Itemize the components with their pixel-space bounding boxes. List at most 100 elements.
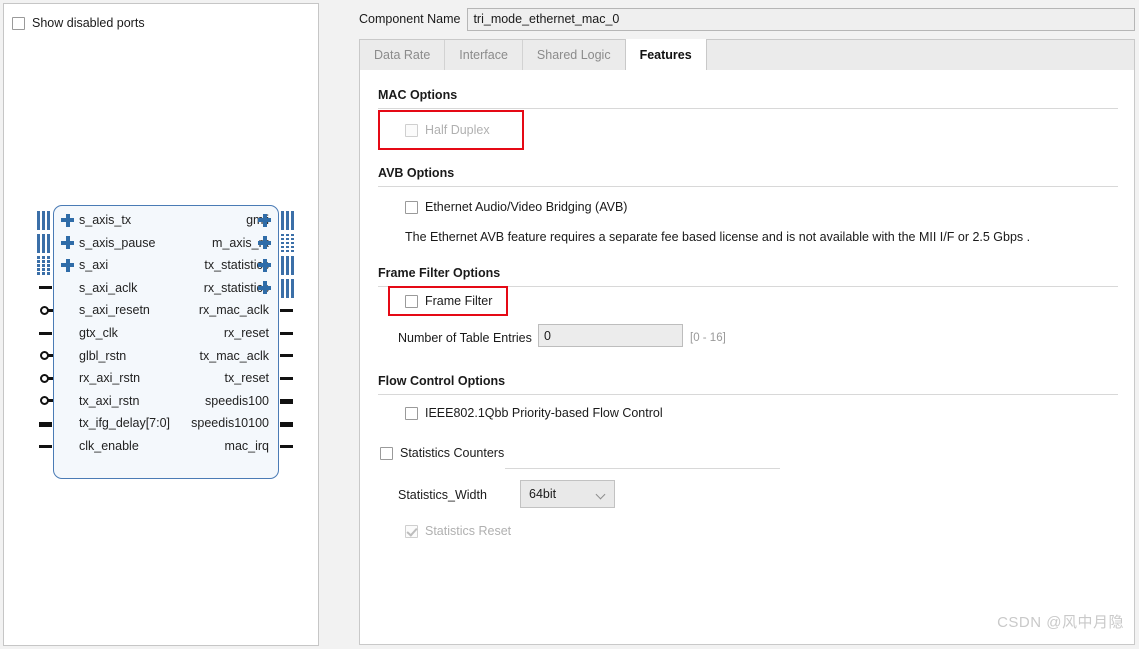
- chevron-down-icon: [597, 490, 606, 499]
- active-low-bubble-icon: [40, 396, 49, 406]
- pin-label-s_axi_resetn: s_axi_resetn: [79, 303, 150, 318]
- tab-features[interactable]: Features: [624, 39, 707, 71]
- pin-label-rx_axi_rstn: rx_axi_rstn: [79, 371, 141, 386]
- statistics-counters-row[interactable]: Statistics Counters: [380, 446, 504, 460]
- expand-plus-icon[interactable]: [258, 213, 271, 227]
- statistics-counters-checkbox[interactable]: [380, 446, 393, 460]
- tab-strip: Data Rate Interface Shared Logic Features: [359, 39, 1135, 71]
- pin-label-gtx_clk: gtx_clk: [79, 326, 118, 340]
- table-entries-range-hint: [0 - 16]: [690, 332, 726, 344]
- show-disabled-ports-checkbox[interactable]: [12, 16, 25, 30]
- half-duplex-checkbox: [405, 123, 418, 137]
- tab-label: Features: [639, 48, 692, 62]
- statistics-reset-checkbox: [405, 524, 418, 538]
- avb-checkbox[interactable]: [405, 200, 418, 214]
- table-entries-label: Number of Table Entries: [398, 331, 532, 345]
- statistics-width-select[interactable]: 64bit: [520, 480, 615, 508]
- half-duplex-row[interactable]: Half Duplex: [405, 123, 490, 137]
- pin-label-tx_axi_rstn: tx_axi_rstn: [79, 393, 140, 408]
- bus-bars-icon: [281, 256, 295, 276]
- expand-plus-icon[interactable]: [258, 236, 271, 250]
- pin-stub: [39, 421, 52, 427]
- pin-label-glbl_rstn: glbl_rstn: [79, 348, 127, 363]
- statistics-group-rule: [505, 468, 780, 469]
- half-duplex-label: Half Duplex: [425, 123, 490, 137]
- pin-label-s_axi_aclk: s_axi_aclk: [79, 280, 138, 295]
- pin-label-tx_ifg_delay70: tx_ifg_delay[7:0]: [79, 416, 171, 431]
- flow-control-options-heading: Flow Control Options: [378, 374, 506, 388]
- ip-symbol-diagram: s_axis_tx s_axis_pause s_axi s_axi_aclk s_ax…: [37, 205, 294, 479]
- avb-row[interactable]: Ethernet Audio/Video Bridging (AVB): [405, 200, 627, 214]
- component-name-row: Component Name: [359, 7, 1135, 31]
- pin-stub: [280, 444, 293, 448]
- pin-label-s_axis_tx: s_axis_tx: [79, 213, 132, 227]
- mac-options-heading: MAC Options: [378, 88, 458, 102]
- pfc-row[interactable]: IEEE802.1Qbb Priority-based Flow Control: [405, 406, 663, 420]
- active-low-bubble-icon: [40, 305, 49, 315]
- bus-dots-icon: [281, 233, 295, 253]
- flow-control-options-rule: [378, 394, 1118, 395]
- pin-stub: [280, 421, 293, 427]
- pin-label-tx_mac_aclk: tx_mac_aclk: [199, 348, 269, 363]
- bus-bars-icon: [281, 278, 295, 298]
- component-name-input[interactable]: [467, 7, 1135, 31]
- pin-stub: [39, 444, 52, 448]
- show-disabled-ports-label: Show disabled ports: [32, 16, 145, 30]
- pin-stub: [280, 331, 293, 335]
- pin-label-speedis10100: speedis10100: [191, 416, 269, 431]
- avb-options-heading: AVB Options: [378, 166, 455, 180]
- frame-filter-label: Frame Filter: [425, 294, 493, 308]
- tab-label: Data Rate: [374, 48, 431, 62]
- component-name-label: Component Name: [359, 12, 461, 26]
- pin-stub: [39, 331, 52, 335]
- tab-interface[interactable]: Interface: [445, 40, 523, 70]
- pin-label-speedis100: speedis100: [205, 393, 269, 408]
- pfc-label: IEEE802.1Qbb Priority-based Flow Control: [425, 406, 663, 420]
- expand-plus-icon[interactable]: [61, 236, 74, 250]
- statistics-reset-row: Statistics Reset: [405, 524, 511, 538]
- pin-label-rx_reset: rx_reset: [223, 326, 269, 340]
- bus-bars-icon: [37, 233, 51, 253]
- statistics-reset-label: Statistics Reset: [425, 524, 512, 538]
- bus-bars-icon: [281, 211, 295, 230]
- pin-stub: [280, 399, 293, 405]
- active-low-bubble-icon: [40, 351, 49, 361]
- pin-stub: [39, 286, 52, 290]
- active-low-bubble-icon: [40, 373, 49, 383]
- table-entries-input[interactable]: [538, 324, 683, 347]
- show-disabled-ports-row[interactable]: Show disabled ports: [12, 16, 145, 30]
- expand-plus-icon[interactable]: [61, 213, 74, 227]
- watermark-text: CSDN @风中月隐: [997, 614, 1124, 631]
- tab-shared-logic[interactable]: Shared Logic: [523, 40, 626, 70]
- expand-plus-icon[interactable]: [258, 281, 271, 295]
- tab-data-rate[interactable]: Data Rate: [360, 40, 446, 70]
- tab-label: Interface: [459, 48, 508, 62]
- pin-label-tx_reset: tx_reset: [224, 371, 269, 386]
- pin-stub: [280, 354, 293, 358]
- avb-label: Ethernet Audio/Video Bridging (AVB): [425, 200, 628, 214]
- tab-label: Shared Logic: [536, 48, 611, 62]
- pin-stub: [280, 308, 293, 312]
- frame-filter-options-rule: [378, 286, 1118, 287]
- frame-filter-checkbox[interactable]: [405, 294, 418, 308]
- pin-label-s_axis_pause: s_axis_pause: [79, 235, 156, 250]
- pfc-checkbox[interactable]: [405, 406, 418, 420]
- expand-plus-icon[interactable]: [61, 258, 74, 272]
- frame-filter-row[interactable]: Frame Filter: [405, 294, 492, 308]
- ip-symbol-panel: Show disabled ports s_axis_tx s_axis_paus…: [3, 3, 319, 646]
- pin-label-rx_mac_aclk: rx_mac_aclk: [198, 303, 269, 318]
- frame-filter-options-heading: Frame Filter Options: [378, 266, 501, 280]
- ip-config-panel: Component Name Data Rate Interface Shared …: [355, 0, 1139, 649]
- avb-note-text: The Ethernet AVB feature requires a sepa…: [405, 230, 1031, 244]
- statistics-width-label: Statistics_Width: [398, 488, 487, 502]
- features-tab-panel: MAC Options Half Duplex AVB Options Ethe…: [359, 70, 1135, 645]
- statistics-width-value: 64bit: [529, 487, 557, 501]
- ip-configuration-window: Show disabled ports s_axis_tx s_axis_paus…: [0, 0, 1139, 649]
- bus-dots-icon: [37, 256, 51, 275]
- mac-options-rule: [378, 108, 1118, 109]
- pin-stub: [280, 376, 293, 380]
- bus-bars-icon: [37, 211, 51, 230]
- pin-label-s_axi: s_axi: [79, 258, 109, 273]
- pin-label-mac_irq: mac_irq: [224, 439, 269, 453]
- expand-plus-icon[interactable]: [258, 258, 271, 272]
